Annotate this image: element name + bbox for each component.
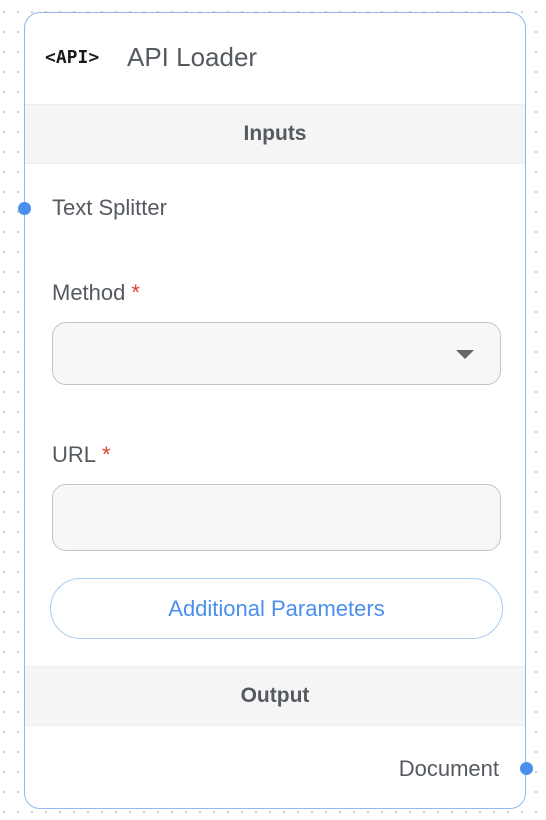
method-label-text: Method xyxy=(52,280,126,305)
dropdown-arrow-icon xyxy=(456,350,474,359)
document-output-handle[interactable] xyxy=(520,762,533,775)
flow-canvas[interactable]: <API> API Loader Inputs Text Splitter Me… xyxy=(0,0,546,820)
inputs-section-header: Inputs xyxy=(25,104,525,164)
api-logo-icon: <API> xyxy=(45,47,100,68)
url-input[interactable] xyxy=(52,484,501,551)
node-title: API Loader xyxy=(127,42,258,72)
text-splitter-input-handle[interactable] xyxy=(18,202,31,215)
document-output-label: Document xyxy=(398,756,499,781)
api-loader-node[interactable]: <API> API Loader Inputs Text Splitter Me… xyxy=(18,12,533,809)
method-required-star: * xyxy=(131,280,140,305)
url-label-text: URL xyxy=(52,442,97,467)
node-header: <API> API Loader xyxy=(25,13,525,104)
url-required-star: * xyxy=(102,442,111,467)
additional-parameters-button[interactable]: Additional Parameters xyxy=(50,578,503,639)
output-section-header: Output xyxy=(25,666,525,726)
method-label: Method * xyxy=(52,280,140,306)
method-select[interactable] xyxy=(52,322,501,385)
text-splitter-label: Text Splitter xyxy=(52,195,167,220)
url-label: URL * xyxy=(52,442,111,468)
